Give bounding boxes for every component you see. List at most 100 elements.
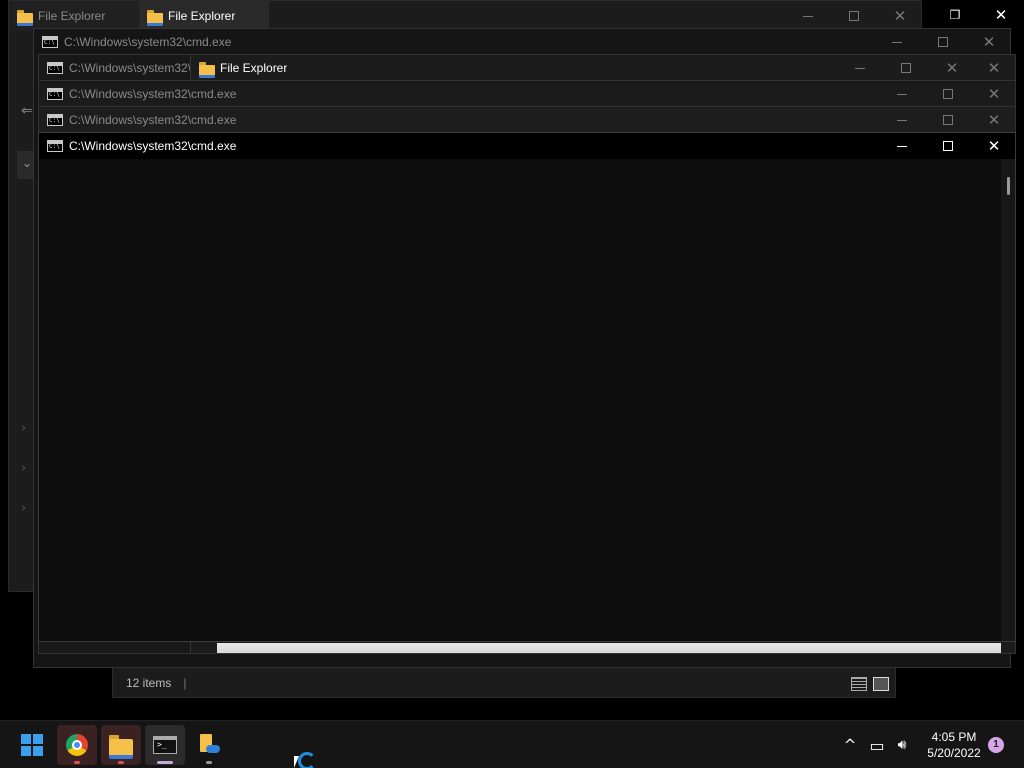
start-button[interactable] [12, 725, 52, 765]
maximize-button[interactable] [920, 29, 966, 55]
minimize-icon [803, 15, 813, 17]
notification-badge[interactable]: 1 [988, 737, 1004, 753]
close-icon: ✕ [893, 6, 907, 25]
folder-icon [17, 9, 33, 26]
minimize-button[interactable] [837, 55, 883, 81]
maximize-icon [943, 89, 953, 99]
minimize-icon [897, 119, 907, 121]
close-button[interactable]: ✕ [971, 107, 1015, 133]
explorer-content-strip [217, 643, 1001, 653]
close-icon: ✕ [987, 136, 1001, 155]
window-title: C:\Windows\system32\cmd.exe [69, 139, 237, 153]
taskbar-onedrive-file[interactable] [189, 725, 229, 765]
explorer-tab-label: File Explorer [168, 9, 236, 23]
window-title: C:\Windows\system32\ [69, 61, 192, 75]
terminal-icon [153, 736, 177, 754]
status-bar: 12 items | [113, 669, 895, 697]
maximize-icon [849, 11, 859, 21]
minimize-icon [892, 41, 902, 43]
title-bar[interactable]: C:\Windows\system32\cmd.exe [39, 107, 1015, 133]
close-button[interactable]: ✕ [971, 133, 1015, 159]
maximize-button[interactable] [925, 107, 971, 133]
taskbar-file-explorer[interactable] [101, 725, 141, 765]
close-button[interactable]: ✕ [877, 3, 921, 29]
minimize-button[interactable] [785, 3, 831, 29]
title-bar[interactable]: C:\Windows\system32\cmd.exe [34, 29, 1010, 55]
close-icon: ✕ [987, 84, 1001, 103]
scrollbar[interactable] [1001, 159, 1015, 641]
minimize-icon [897, 145, 907, 147]
minimize-button[interactable] [879, 81, 925, 107]
active-indicator [157, 761, 173, 764]
scrollbar-thumb[interactable] [1007, 177, 1010, 195]
running-indicator [74, 761, 80, 764]
chrome-icon [66, 734, 88, 756]
explorer-tab-1[interactable]: File Explorer [9, 1, 139, 31]
console-icon [47, 140, 63, 152]
details-view-icon[interactable] [851, 677, 867, 691]
taskbar-command-prompt[interactable] [145, 725, 185, 765]
chevron-right-icon[interactable]: › [21, 501, 26, 516]
maximize-icon [943, 141, 953, 151]
chevron-right-icon[interactable]: › [21, 461, 26, 476]
maximize-button[interactable] [925, 133, 971, 159]
title-bar[interactable]: C:\Windows\system32\cmd.exe [39, 133, 1015, 159]
close-button[interactable]: ✕ [929, 55, 975, 81]
item-count: 12 items [126, 676, 172, 690]
close-button[interactable]: ✕ [971, 55, 1015, 81]
minimize-icon [855, 67, 865, 69]
window-title: C:\Windows\system32\cmd.exe [69, 87, 237, 101]
maximize-icon [943, 115, 953, 125]
explorer-tab-label: File Explorer [38, 9, 106, 23]
close-icon: ✕ [994, 5, 1008, 24]
folder-icon [147, 9, 163, 26]
minimize-icon [897, 93, 907, 95]
console-output[interactable] [39, 159, 1001, 641]
close-button[interactable]: ✕ [978, 2, 1024, 28]
window-title: File Explorer [220, 61, 288, 75]
maximize-button[interactable] [883, 55, 929, 81]
title-bar[interactable]: C:\Windows\system32\cmd.exe [39, 81, 1015, 107]
console-icon [47, 62, 63, 74]
close-icon: ✕ [987, 58, 1001, 77]
tiles-view-icon[interactable] [873, 677, 889, 691]
minimize-button[interactable] [879, 107, 925, 133]
document-cloud-icon [198, 734, 220, 756]
chevron-up-icon[interactable]: ^ [841, 736, 859, 754]
close-button[interactable]: ✕ [966, 29, 1010, 55]
console-icon [42, 36, 58, 48]
running-indicator [206, 761, 212, 764]
clock[interactable]: 4:05 PM 5/20/2022 [918, 729, 990, 761]
maximize-button[interactable] [925, 81, 971, 107]
console-icon [47, 114, 63, 126]
windows-logo-icon [21, 734, 43, 756]
back-arrow-icon[interactable]: ⇐ [21, 103, 33, 119]
close-button[interactable]: ✕ [971, 81, 1015, 107]
maximize-button[interactable] [831, 3, 877, 29]
taskbar-chrome[interactable] [57, 725, 97, 765]
close-icon: ✕ [945, 58, 959, 77]
cmd-window-active: C:\Windows\system32\cmd.exe ✕ [38, 132, 1016, 642]
explorer-tab-2[interactable]: File Explorer [139, 1, 269, 31]
restore-icon: ❐ [949, 8, 961, 22]
maximize-icon [938, 37, 948, 47]
minimize-button[interactable] [874, 29, 920, 55]
folder-icon [199, 61, 215, 78]
busy-spinner-icon [298, 752, 316, 768]
window-title: C:\Windows\system32\cmd.exe [69, 113, 237, 127]
clock-date: 5/20/2022 [927, 746, 981, 760]
status-separator: | [183, 676, 187, 690]
console-icon [47, 88, 63, 100]
minimize-button[interactable] [879, 133, 925, 159]
display-icon[interactable]: ▭ [868, 736, 886, 755]
close-icon: ✕ [982, 32, 996, 51]
mouse-cursor-icon [294, 756, 299, 768]
restore-button[interactable]: ❐ [932, 2, 978, 28]
close-icon: ✕ [987, 110, 1001, 129]
folder-icon [109, 735, 133, 759]
clock-time: 4:05 PM [931, 730, 977, 744]
chevron-right-icon[interactable]: › [21, 421, 26, 436]
maximize-icon [901, 63, 911, 73]
volume-icon[interactable]: 🔊︎ [893, 737, 911, 753]
running-indicator [118, 761, 124, 764]
